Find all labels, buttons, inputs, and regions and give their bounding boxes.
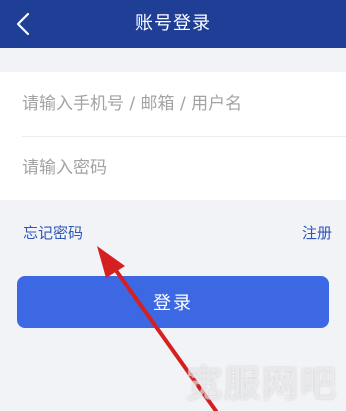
password-input[interactable] [22,146,332,190]
watermark: 宽服网吧 [185,364,338,405]
app-header: 账号登录 [0,0,346,48]
register-link[interactable]: 注册 [302,222,332,244]
password-field-row [0,136,346,200]
account-input[interactable] [22,82,332,126]
annotation-arrow [97,246,218,411]
login-button[interactable]: 登录 [17,276,329,328]
forgot-password-link[interactable]: 忘记密码 [23,222,83,244]
account-field-row [0,72,346,137]
login-form [0,72,346,200]
page-title: 账号登录 [135,13,211,34]
